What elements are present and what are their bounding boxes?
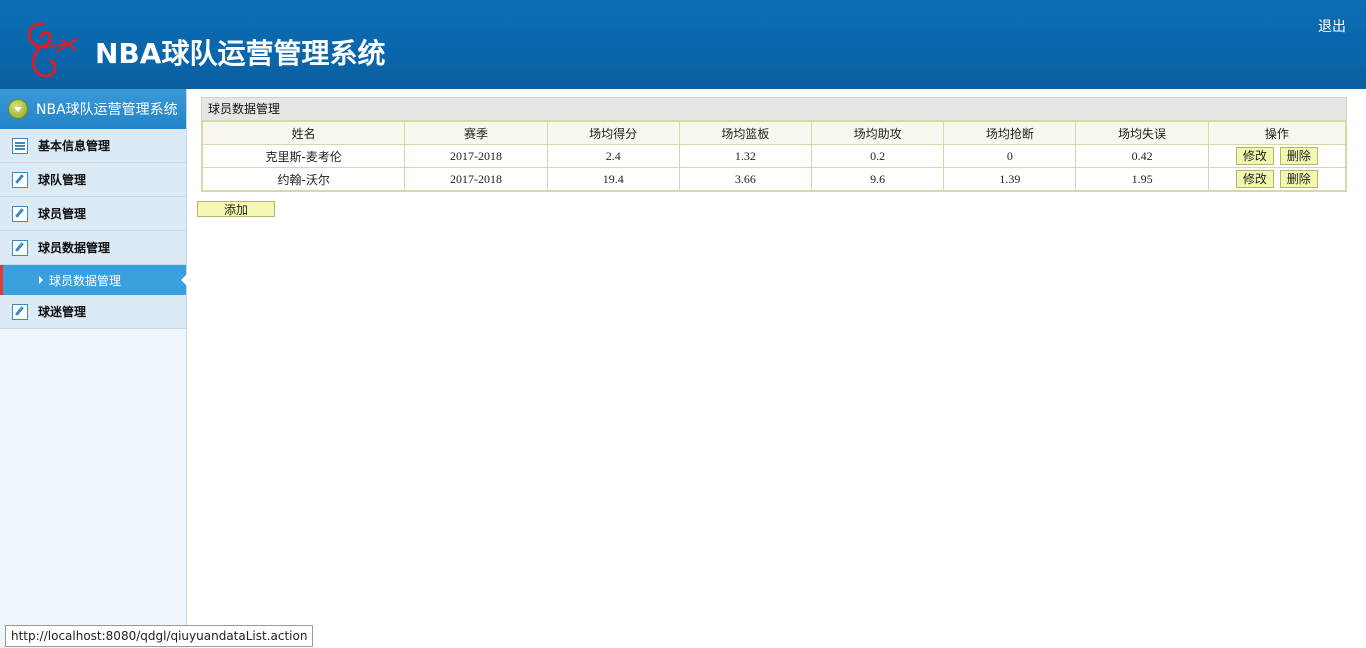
sidebar-header-label: NBA球队运营管理系统 [36,102,178,118]
column-header: 场均抢断 [943,121,1077,145]
column-header: 场均得分 [546,121,680,145]
edit-icon [12,239,28,256]
sidebar-item-label: 基本信息管理 [38,139,111,153]
cell-steals: 1.39 [943,167,1077,191]
edit-icon [12,205,28,222]
cell-assists: 9.6 [811,167,945,191]
logo-icon [27,22,79,78]
chevron-down-icon [8,99,28,119]
delete-button[interactable]: 删除 [1279,147,1318,165]
cell-steals: 0 [943,144,1077,168]
table-row: 克里斯-麦考伦 2017-2018 2.4 1.32 0.2 0 0.42 修改… [201,144,1347,168]
table-row: 约翰-沃尔 2017-2018 19.4 3.66 9.6 1.39 1.95 … [201,167,1347,191]
sidebar-item-team[interactable]: 球队管理 [0,163,186,197]
add-button[interactable]: 添加 [197,201,275,217]
column-header: 场均助攻 [811,121,945,145]
edit-button[interactable]: 修改 [1235,170,1274,188]
sidebar-item-label: 球员数据管理 [38,241,111,255]
sidebar-item-label: 球员管理 [38,207,87,221]
sidebar-item-player-data[interactable]: 球员数据管理 [0,231,186,265]
sidebar-item-fans[interactable]: 球迷管理 [0,295,186,329]
cell-points: 2.4 [546,144,680,168]
cell-season: 2017-2018 [404,144,548,168]
active-notch [181,274,187,286]
sidebar-subitem-player-data[interactable]: 球员数据管理 [0,265,187,295]
logout-link[interactable]: 退出 [1318,16,1346,36]
column-header: 场均篮板 [678,121,813,145]
data-panel: 球员数据管理 姓名 赛季 场均得分 场均篮板 场均助攻 场均抢断 场均失误 操作 [201,97,1347,192]
edit-icon [12,303,28,320]
sidebar-item-player[interactable]: 球员管理 [0,197,186,231]
sidebar: NBA球队运营管理系统 基本信息管理 球队管理 球员管理 球员数据管理 球员数据… [0,89,187,648]
column-header: 赛季 [404,121,548,145]
player-data-table: 姓名 赛季 场均得分 场均篮板 场均助攻 场均抢断 场均失误 操作 克里斯-麦考… [201,121,1347,191]
caret-right-icon [39,276,43,284]
app-title: NBA球队运营管理系统 [95,37,386,70]
sidebar-item-label: 球迷管理 [38,305,87,319]
cell-actions: 修改 删除 [1207,167,1347,191]
status-bar-url: http://localhost:8080/qdgl/qiuyuandataLi… [5,625,314,647]
panel-title: 球员数据管理 [202,98,1346,121]
sidebar-header[interactable]: NBA球队运营管理系统 [0,89,186,129]
cell-name: 约翰-沃尔 [201,167,406,191]
sidebar-item-label: 球队管理 [38,173,87,187]
column-header: 场均失误 [1075,121,1209,145]
cell-assists: 0.2 [811,144,945,168]
cell-rebounds: 1.32 [678,144,813,168]
edit-icon [12,171,28,188]
sidebar-subitem-label: 球员数据管理 [49,273,122,288]
cell-season: 2017-2018 [404,167,548,191]
cell-points: 19.4 [546,167,680,191]
cell-turnovers: 1.95 [1075,167,1209,191]
column-header: 姓名 [201,121,406,145]
cell-name: 克里斯-麦考伦 [201,144,406,168]
table-header-row: 姓名 赛季 场均得分 场均篮板 场均助攻 场均抢断 场均失误 操作 [201,121,1347,145]
column-header: 操作 [1207,121,1347,145]
edit-button[interactable]: 修改 [1235,147,1274,165]
main-content: 球员数据管理 姓名 赛季 场均得分 场均篮板 场均助攻 场均抢断 场均失误 操作 [197,97,1347,217]
sidebar-item-basic-info[interactable]: 基本信息管理 [0,129,186,163]
cell-rebounds: 3.66 [678,167,813,191]
cell-turnovers: 0.42 [1075,144,1209,168]
delete-button[interactable]: 删除 [1279,170,1318,188]
app-header: NBA球队运营管理系统 退出 [0,0,1366,89]
list-icon [12,137,28,154]
cell-actions: 修改 删除 [1207,144,1347,168]
